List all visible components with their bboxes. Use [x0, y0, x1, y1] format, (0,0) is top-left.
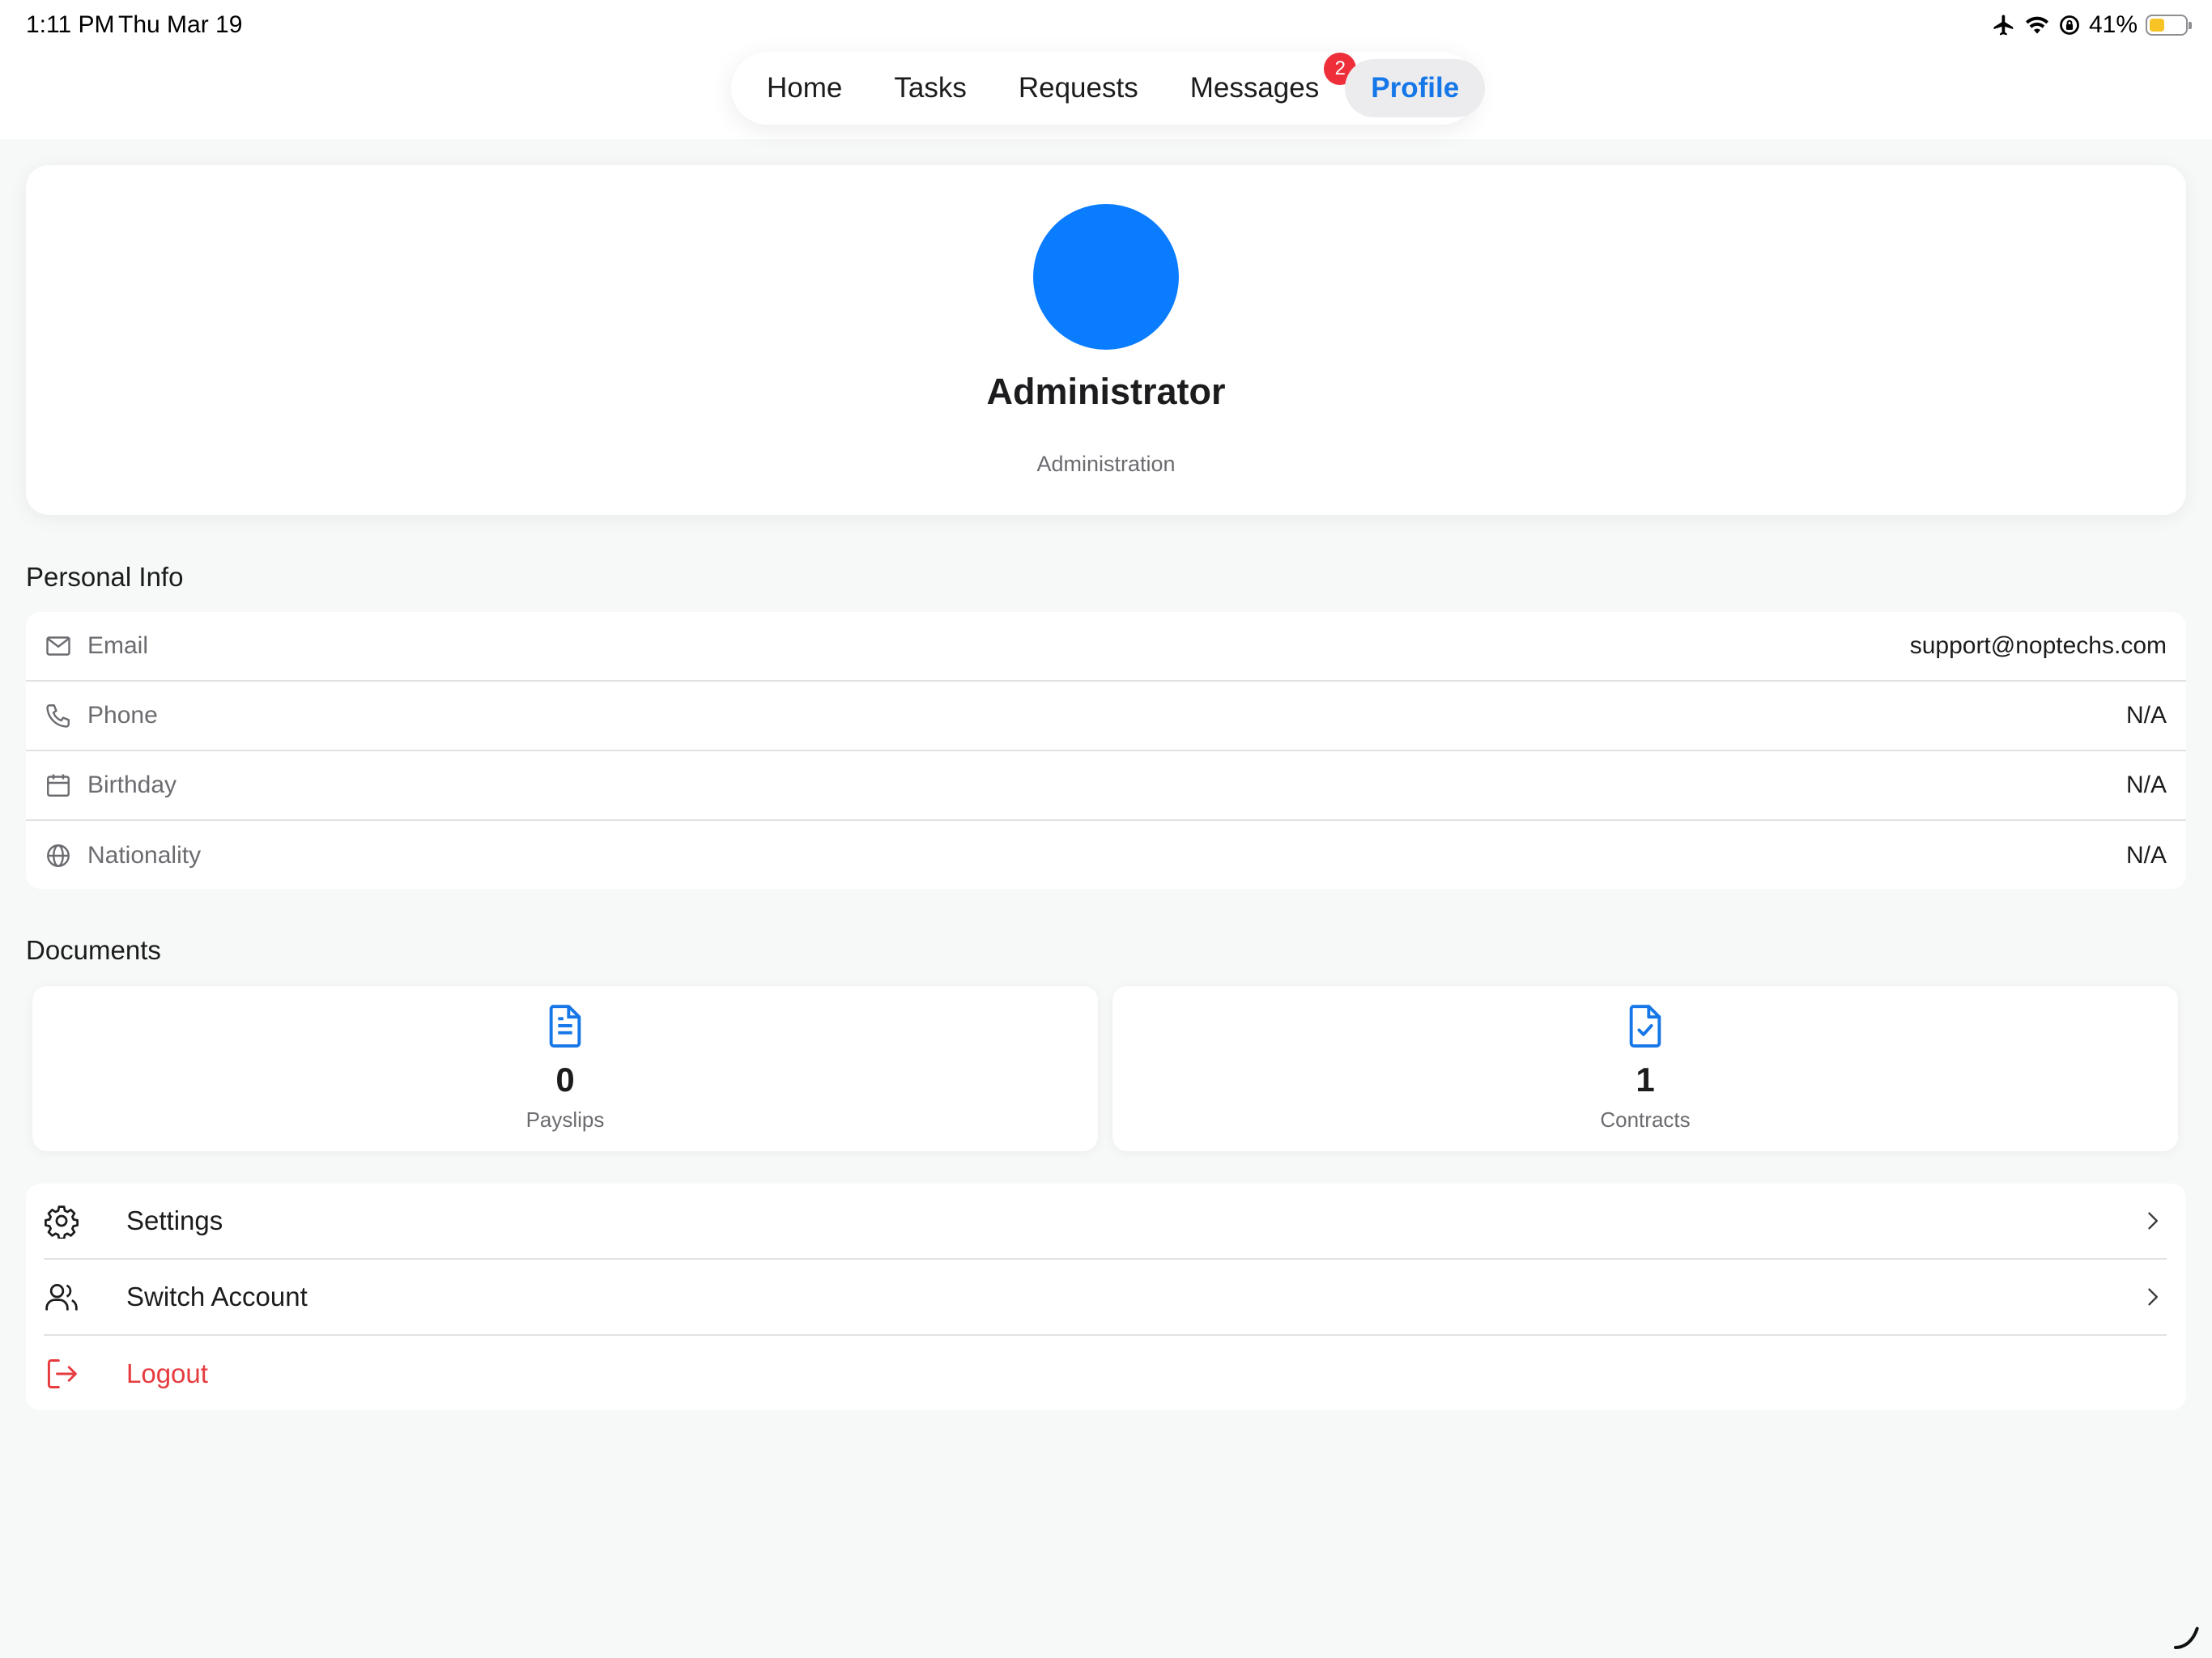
- tab-messages-label: Messages: [1189, 72, 1320, 104]
- info-label: Phone: [87, 702, 158, 729]
- personal-info-title: Personal Info: [26, 562, 184, 592]
- contracts-label: Contracts: [1600, 1107, 1691, 1132]
- gear-icon: [45, 1205, 79, 1239]
- info-value: N/A: [2125, 702, 2167, 729]
- tab-requests[interactable]: Requests: [993, 59, 1164, 117]
- info-value: N/A: [2125, 842, 2167, 869]
- tab-home-label: Home: [767, 72, 843, 104]
- documents-title: Documents: [26, 935, 161, 965]
- info-label: Nationality: [87, 842, 202, 869]
- payslips-label: Payslips: [525, 1107, 605, 1132]
- switch-account-label: Switch Account: [126, 1282, 308, 1312]
- globe-icon: [47, 844, 70, 867]
- profile-department: Administration: [1036, 452, 1176, 476]
- profile-card: Administrator Administration: [26, 165, 2186, 515]
- mail-icon: [46, 636, 70, 656]
- info-row-birthday: Birthday N/A: [26, 751, 2186, 821]
- menu-card: Settings Switch Account Logout: [26, 1184, 2186, 1410]
- payslips-card[interactable]: 0 Payslips: [32, 986, 1098, 1151]
- profile-name: Administrator: [986, 371, 1226, 412]
- logout-icon: [47, 1359, 77, 1388]
- calendar-icon: [47, 774, 70, 797]
- settings-label: Settings: [126, 1205, 223, 1235]
- tab-home[interactable]: Home: [741, 59, 868, 117]
- battery-percent: 41%: [2088, 11, 2138, 38]
- tab-tasks-label: Tasks: [894, 72, 967, 104]
- info-row-phone: Phone N/A: [26, 682, 2186, 751]
- chevron-right-icon: [2148, 1288, 2158, 1306]
- orientation-lock-icon: [2060, 15, 2079, 35]
- avatar[interactable]: [1033, 204, 1179, 350]
- tab-tasks[interactable]: Tasks: [868, 59, 992, 117]
- info-value: support@noptechs.com: [1909, 632, 2167, 659]
- info-row-email: Email support@noptechs.com: [26, 612, 2186, 682]
- payslips-count: 0: [555, 1061, 575, 1099]
- airplane-icon: [1993, 15, 2014, 36]
- tab-profile[interactable]: Profile: [1345, 59, 1486, 117]
- contracts-count: 1: [1636, 1061, 1655, 1099]
- phone-icon: [46, 704, 70, 728]
- wifi-icon: [2025, 16, 2048, 34]
- document-check-icon: [1629, 1005, 1661, 1048]
- tab-messages[interactable]: Messages 2: [1164, 53, 1357, 117]
- info-value: N/A: [2125, 772, 2167, 798]
- info-label: Email: [87, 632, 149, 659]
- tab-requests-label: Requests: [1018, 72, 1138, 104]
- switch-account-row[interactable]: Switch Account: [44, 1260, 2167, 1336]
- battery-level: [2150, 19, 2164, 32]
- status-icons: 41%: [1992, 11, 2192, 39]
- document-text-icon: [549, 1005, 581, 1048]
- chevron-right-icon: [2148, 1212, 2158, 1230]
- settings-row[interactable]: Settings: [44, 1184, 2167, 1260]
- scroll-indicator-icon: [2174, 1626, 2199, 1649]
- status-time: 1:11 PM: [26, 11, 115, 38]
- contracts-card[interactable]: 1 Contracts: [1112, 986, 2178, 1151]
- battery-icon: [2146, 15, 2192, 36]
- status-date: Thu Mar 19: [118, 11, 243, 38]
- tab-profile-label: Profile: [1371, 72, 1460, 104]
- users-icon: [45, 1283, 78, 1311]
- logout-row[interactable]: Logout: [44, 1336, 2167, 1412]
- personal-info-card: Email support@noptechs.com Phone N/A Bir…: [26, 612, 2186, 889]
- tab-bar: Home Tasks Requests Messages 2 Profile: [731, 52, 1486, 125]
- info-label: Birthday: [87, 772, 177, 798]
- info-row-nationality: Nationality N/A: [26, 821, 2186, 891]
- logout-label: Logout: [126, 1358, 208, 1388]
